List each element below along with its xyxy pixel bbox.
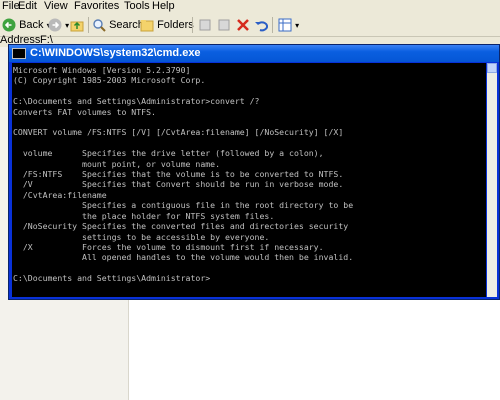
console-line: (C) Copyright 1985-2003 Microsoft Corp.: [13, 75, 206, 86]
console-text: Microsoft Windows [Version 5.2.3790] (C)…: [12, 63, 486, 284]
explorer-toolbar: Back ▾ ▾ Search Folders ▾: [0, 14, 500, 37]
folders-icon: [140, 20, 154, 32]
console-line: /NoSecurity Specifies the converted file…: [13, 221, 349, 232]
move-to-icon: [199, 19, 211, 31]
search-button[interactable]: Search: [92, 17, 144, 33]
views-button[interactable]: ▾: [278, 17, 299, 33]
console-line: All opened handles to the volume would t…: [13, 252, 354, 263]
menu-favorites[interactable]: Favorites: [74, 0, 119, 12]
views-dropdown-icon: ▾: [295, 21, 300, 30]
back-label: Back: [19, 19, 44, 31]
search-label: Search: [109, 19, 144, 31]
menu-edit[interactable]: Edit: [18, 0, 37, 12]
console-line: CONVERT volume /FS:NTFS [/V] [/CvtArea:f…: [13, 127, 344, 138]
console-line: C:\Documents and Settings\Administrator>: [13, 273, 211, 284]
forward-arrow-icon: [48, 18, 62, 32]
scroll-up-button[interactable]: [487, 63, 497, 73]
explorer-menubar: File Edit View Favorites Tools Help: [0, 0, 500, 15]
cmd-scrollbar[interactable]: [487, 63, 497, 297]
console-line: /CvtArea:filename: [13, 189, 107, 200]
undo-button[interactable]: [254, 17, 269, 33]
folders-button[interactable]: Folders: [140, 17, 194, 33]
copy-to-button[interactable]: [217, 17, 231, 33]
forward-button[interactable]: ▾: [48, 17, 69, 33]
console-line: Specifies a contiguous file in the root …: [13, 200, 354, 211]
console-line: /X Forces the volume to dismount first i…: [13, 241, 324, 252]
menu-help[interactable]: Help: [152, 0, 175, 12]
cmd-console-output[interactable]: Microsoft Windows [Version 5.2.3790] (C)…: [12, 63, 486, 297]
console-line: /FS:NTFS Specifies that the volume is to…: [13, 169, 344, 180]
delete-button[interactable]: [236, 17, 250, 33]
cmd-titlebar[interactable]: C:\WINDOWS\system32\cmd.exe: [9, 45, 499, 62]
undo-icon: [255, 21, 269, 32]
cmd-system-icon[interactable]: [12, 48, 26, 59]
console-line: volume Specifies the drive letter (follo…: [13, 148, 324, 159]
move-to-button[interactable]: [198, 17, 212, 33]
console-line: Converts FAT volumes to NTFS.: [13, 106, 156, 117]
delete-icon: [237, 19, 249, 31]
back-arrow-icon: [2, 18, 16, 32]
cmd-window[interactable]: C:\WINDOWS\system32\cmd.exe Microsoft Wi…: [8, 44, 500, 300]
console-line: settings to be accessible by everyone.: [13, 231, 270, 242]
console-line: Microsoft Windows [Version 5.2.3790]: [13, 65, 191, 75]
back-button[interactable]: Back ▾: [2, 17, 51, 33]
copy-to-icon: [218, 19, 230, 31]
views-grid-icon: [278, 18, 292, 32]
console-line: C:\Documents and Settings\Administrator>…: [13, 96, 260, 107]
search-icon: [93, 19, 106, 32]
up-folder-button[interactable]: [70, 17, 84, 33]
menu-tools[interactable]: Tools: [124, 0, 150, 12]
forward-dropdown-icon: ▾: [65, 21, 70, 30]
folders-label: Folders: [157, 19, 194, 31]
console-line: the place holder for NTFS system files.: [13, 210, 275, 221]
cmd-title: C:\WINDOWS\system32\cmd.exe: [30, 47, 201, 59]
console-line: mount point, or volume name.: [13, 158, 221, 169]
up-folder-icon: [70, 21, 84, 32]
console-line: /V Specifies that Convert should be run …: [13, 179, 344, 190]
menu-view[interactable]: View: [44, 0, 68, 12]
